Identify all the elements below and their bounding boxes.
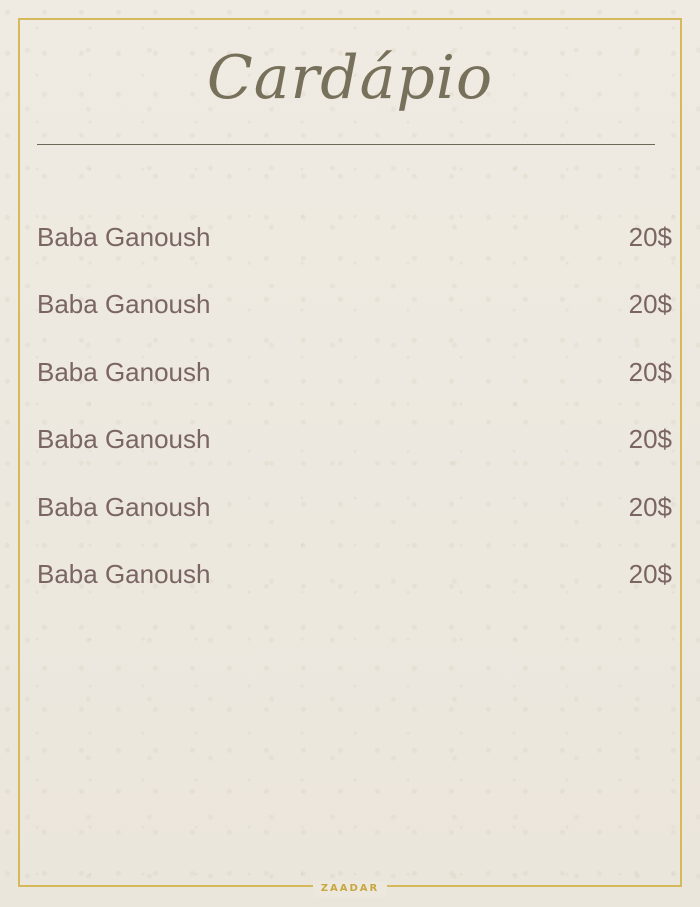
menu-item-name: Baba Ganoush — [37, 491, 211, 522]
menu-item-price: 20$ — [628, 424, 672, 455]
menu-item: Baba Ganoush 20$ — [37, 357, 672, 424]
menu-item-price: 20$ — [628, 222, 672, 252]
menu-item-price: 20$ — [628, 289, 672, 320]
menu-item-name: Baba Ganoush — [37, 289, 211, 320]
menu-item-name: Baba Ganoush — [37, 356, 211, 387]
brand-logo-text: ZAADAR — [312, 881, 388, 897]
menu-item: Baba Ganoush 20$ — [37, 492, 672, 559]
menu-item-name: Baba Ganoush — [37, 222, 211, 252]
menu-list: Baba Ganoush 20$ Baba Ganoush 20$ Baba G… — [37, 222, 672, 626]
menu-title: Cardápio — [206, 43, 494, 113]
menu-item: Baba Ganoush 20$ — [37, 424, 672, 491]
title-divider — [37, 144, 655, 145]
menu-item: Baba Ganoush 20$ — [37, 222, 672, 289]
menu-item-name: Baba Ganoush — [37, 558, 211, 589]
menu-item-price: 20$ — [628, 558, 672, 589]
brand-logo: ZAADAR — [0, 878, 700, 897]
menu-item: Baba Ganoush 20$ — [37, 559, 672, 626]
menu-item-price: 20$ — [628, 491, 672, 522]
menu-item-price: 20$ — [628, 356, 672, 387]
menu-item: Baba Ganoush 20$ — [37, 289, 672, 356]
menu-item-name: Baba Ganoush — [37, 424, 211, 455]
